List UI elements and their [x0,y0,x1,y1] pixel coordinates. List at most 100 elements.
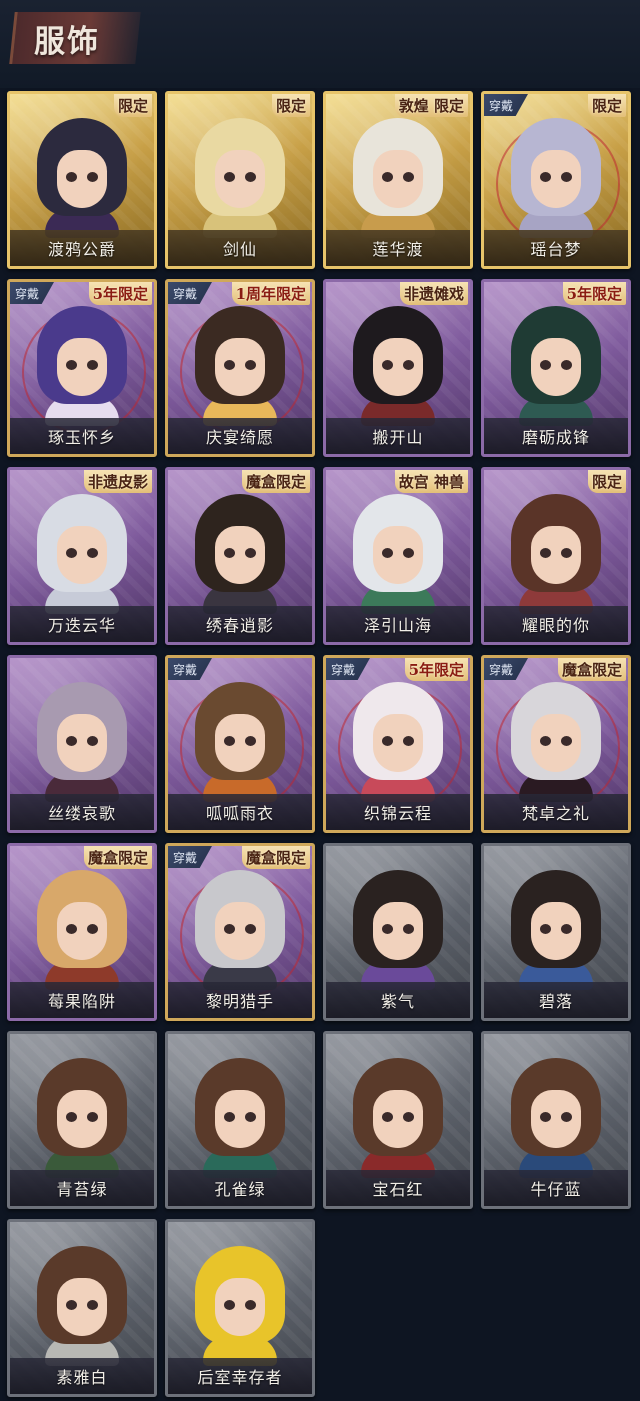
costume-name: 素雅白 [56,1368,108,1387]
costume-card[interactable]: 非遗皮影万迭云华 [7,467,157,645]
portrait-face [531,902,581,960]
portrait-face [215,714,265,772]
costume-name: 磨砺成锋 [521,428,590,447]
portrait-eye [540,548,551,558]
costume-card[interactable]: 孔雀绿 [165,1031,315,1209]
portrait-face [373,1090,423,1148]
portrait-eye [245,1112,256,1122]
limited-badge: 1周年限定 [231,282,310,305]
costume-card[interactable]: 限定耀眼的你 [481,467,631,645]
costume-card[interactable]: 丝缕哀歌 [7,655,157,833]
costume-card[interactable]: 非遗傩戏 搬开山 [323,279,473,457]
costume-card[interactable]: 后室幸存者 [165,1219,315,1397]
costume-card[interactable]: 素雅白 [7,1219,157,1397]
costume-card[interactable]: 5年限定 穿戴 琢玉怀乡 [7,279,157,457]
costume-name: 青苔绿 [56,1180,108,1199]
portrait-eye [224,1300,235,1310]
costume-card[interactable]: 限定渡鸦公爵 [7,91,157,269]
costume-card[interactable]: 1周年限定 穿戴 庆宴绮愿 [165,279,315,457]
portrait-eye [224,548,235,558]
limited-badge: 限定 [271,94,310,117]
costume-card[interactable]: 5年限定 穿戴 织锦云程 [323,655,473,833]
costume-name: 莓果陷阱 [47,992,116,1011]
character-portrait [507,116,605,238]
costume-card[interactable]: 碧落 [481,843,631,1021]
limited-badge: 魔盒限定 [241,470,310,493]
limited-badge: 魔盒限定 [83,846,152,869]
portrait-eye [540,736,551,746]
portrait-face [531,526,581,584]
portrait-eye [87,360,98,370]
costume-card[interactable]: 限定 穿戴 瑶台梦 [481,91,631,269]
costume-name: 碧落 [538,992,573,1011]
portrait-eye [540,360,551,370]
costume-card[interactable]: 故宫 神兽 泽引山海 [323,467,473,645]
costume-name-bar: 庆宴绮愿 [168,418,312,454]
costume-card[interactable]: 青苔绿 [7,1031,157,1209]
portrait-face [373,338,423,396]
costume-name-bar: 织锦云程 [326,794,470,830]
costume-name-bar: 泽引山海 [326,606,470,642]
costume-card[interactable]: 敦煌 限定 莲华渡 [323,91,473,269]
costume-name: 梵卓之礼 [521,804,590,823]
portrait-face [531,338,581,396]
costume-name: 瑶台梦 [530,240,582,259]
costume-card[interactable]: 宝石红 [323,1031,473,1209]
costume-name: 黎明猎手 [205,992,274,1011]
costume-name: 万迭云华 [47,616,116,635]
costume-card[interactable]: 紫气 [323,843,473,1021]
character-portrait [349,868,447,990]
portrait-eye [245,1300,256,1310]
costume-card[interactable]: 穿戴 呱呱雨衣 [165,655,315,833]
costume-card[interactable]: 5年限定 磨砺成锋 [481,279,631,457]
character-portrait [349,1056,447,1178]
limited-badge: 限定 [587,94,626,117]
portrait-eye [382,924,393,934]
costume-name-bar: 磨砺成锋 [484,418,628,454]
portrait-eye [87,172,98,182]
costume-name-bar: 梵卓之礼 [484,794,628,830]
costume-card[interactable]: 限定 剑仙 [165,91,315,269]
portrait-eye [561,548,572,558]
costume-name-bar: 莲华渡 [326,230,470,266]
portrait-eye [66,548,77,558]
costume-name-bar: 丝缕哀歌 [10,794,154,830]
costume-name: 孔雀绿 [214,1180,266,1199]
portrait-eye [382,360,393,370]
portrait-eye [403,924,414,934]
portrait-face [57,526,107,584]
costume-name: 耀眼的你 [521,616,590,635]
portrait-eye [245,360,256,370]
costume-card[interactable]: 魔盒限定 穿戴 黎明猎手 [165,843,315,1021]
portrait-eye [245,924,256,934]
portrait-eye [224,172,235,182]
portrait-eye [224,736,235,746]
costume-card[interactable]: 魔盒限定莓果陷阱 [7,843,157,1021]
costume-name: 琢玉怀乡 [47,428,116,447]
limited-badge: 限定 [587,470,626,493]
limited-badge: 限定 [113,94,152,117]
portrait-face [57,1278,107,1336]
character-portrait [191,680,289,802]
costume-name-bar: 琢玉怀乡 [10,418,154,454]
portrait-face [57,902,107,960]
limited-badge: 非遗皮影 [83,470,152,493]
character-portrait [33,1244,131,1366]
portrait-eye [561,1112,572,1122]
portrait-eye [403,1112,414,1122]
costume-name: 织锦云程 [363,804,432,823]
costume-card[interactable]: 牛仔蓝 [481,1031,631,1209]
costume-name: 渡鸦公爵 [47,240,116,259]
portrait-face [531,150,581,208]
costume-card[interactable]: 魔盒限定 穿戴 梵卓之礼 [481,655,631,833]
costume-card[interactable]: 魔盒限定 绣春逍影 [165,467,315,645]
character-portrait [349,492,447,614]
costume-name-bar: 渡鸦公爵 [10,230,154,266]
portrait-face [57,338,107,396]
portrait-eye [66,924,77,934]
costume-name-bar: 孔雀绿 [168,1170,312,1206]
portrait-eye [66,172,77,182]
costume-name-bar: 后室幸存者 [168,1358,312,1394]
character-portrait [33,680,131,802]
portrait-face [373,150,423,208]
